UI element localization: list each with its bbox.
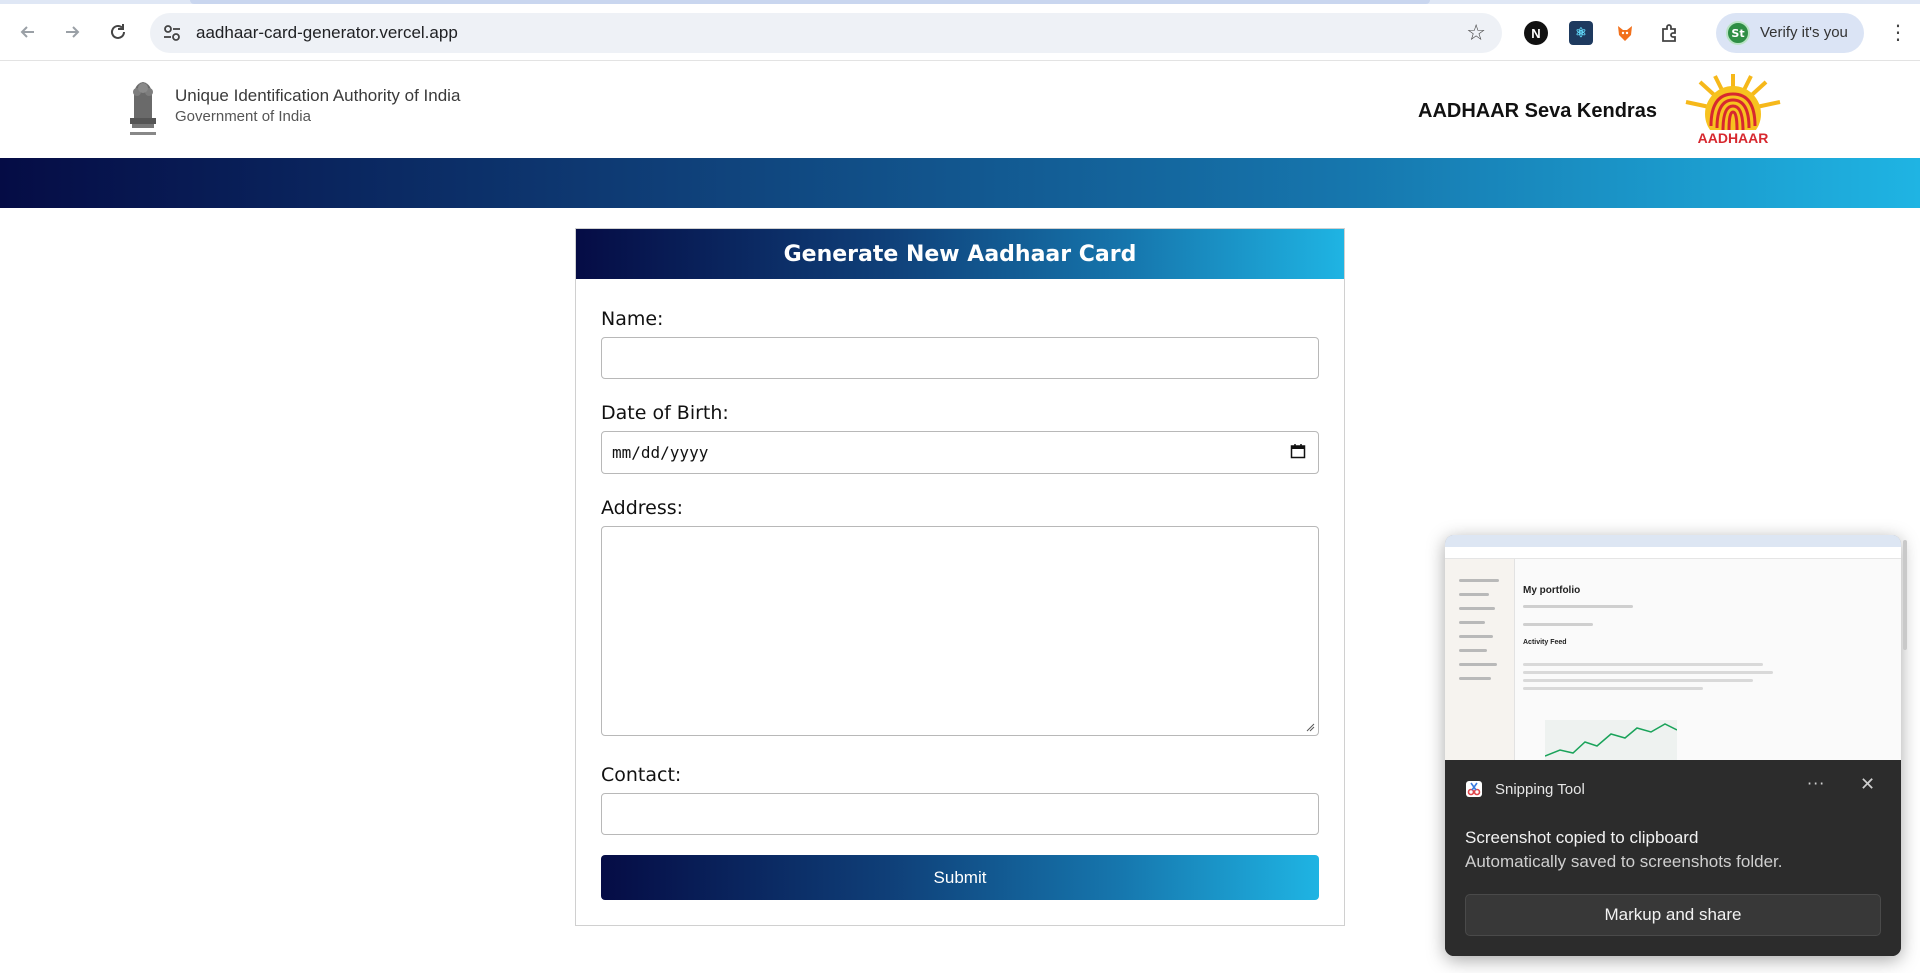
dob-label: Date of Birth: — [601, 402, 729, 424]
verify-label: Verify it's you — [1760, 24, 1848, 41]
fox-extension-icon[interactable] — [1613, 21, 1637, 45]
profile-avatar: St — [1726, 21, 1750, 45]
notion-icon[interactable]: N — [1524, 21, 1548, 45]
notification-body: Snipping Tool ··· ✕ Screenshot copied to… — [1445, 760, 1901, 956]
submit-button[interactable]: Submit — [601, 855, 1319, 900]
browser-menu-icon[interactable]: ⋮ — [1888, 22, 1908, 42]
preview-page-title: My portfolio — [1523, 585, 1581, 596]
org-subtitle: Government of India — [175, 108, 311, 125]
preview-chart — [1545, 720, 1677, 760]
react-devtools-icon[interactable]: ⚛ — [1569, 21, 1593, 45]
name-label: Name: — [601, 308, 664, 330]
calendar-icon[interactable] — [1290, 443, 1306, 459]
dob-placeholder: mm/dd/yyyy — [612, 443, 709, 462]
browser-toolbar: aadhaar-card-generator.vercel.app ☆ N ⚛ … — [0, 4, 1920, 61]
preview-section-title: Activity Feed — [1523, 639, 1567, 646]
dob-input[interactable]: mm/dd/yyyy — [601, 431, 1319, 474]
verify-profile-button[interactable]: St Verify it's you — [1716, 13, 1864, 53]
snipping-tool-notification[interactable]: My portfolio Activity Feed Snipping Tool… — [1445, 535, 1901, 956]
back-icon[interactable] — [14, 18, 42, 46]
address-bar[interactable]: aadhaar-card-generator.vercel.app ☆ — [150, 13, 1502, 53]
bookmark-star-icon[interactable]: ☆ — [1466, 21, 1486, 46]
generate-card-form: Generate New Aadhaar Card Name: Date of … — [575, 228, 1345, 926]
form-header: Generate New Aadhaar Card — [576, 229, 1344, 279]
preview-tab-strip — [1445, 535, 1901, 547]
name-input[interactable] — [601, 337, 1319, 379]
notification-detail: Automatically saved to screenshots folde… — [1465, 852, 1783, 871]
seva-kendras-title: AADHAAR Seva Kendras — [1418, 100, 1657, 122]
site-header: Unique Identification Authority of India… — [0, 62, 1920, 157]
screenshot-preview[interactable]: My portfolio Activity Feed — [1445, 535, 1901, 760]
close-icon[interactable]: ✕ — [1860, 774, 1875, 795]
aadhaar-logo: AADHAAR — [1685, 74, 1781, 146]
org-name: Unique Identification Authority of India — [175, 86, 461, 105]
national-emblem-icon — [130, 82, 156, 135]
more-options-icon[interactable]: ··· — [1807, 774, 1825, 793]
reload-icon[interactable] — [104, 18, 132, 46]
extensions-puzzle-icon[interactable] — [1658, 21, 1682, 45]
notification-app-name: Snipping Tool — [1495, 781, 1585, 798]
snipping-tool-icon — [1466, 781, 1482, 797]
preview-sidebar — [1445, 559, 1515, 760]
forward-icon[interactable] — [58, 18, 86, 46]
contact-label: Contact: — [601, 764, 682, 786]
notification-message: Screenshot copied to clipboard — [1465, 828, 1699, 847]
address-textarea[interactable] — [601, 526, 1319, 736]
preview-address-bar — [1445, 547, 1901, 559]
site-settings-icon[interactable] — [162, 23, 182, 43]
resize-grip-icon[interactable] — [1305, 722, 1315, 732]
header-gradient-banner — [0, 158, 1920, 208]
address-label: Address: — [601, 497, 684, 519]
contact-input[interactable] — [601, 793, 1319, 835]
form-title: Generate New Aadhaar Card — [783, 241, 1137, 267]
svg-text:AADHAAR: AADHAAR — [1698, 130, 1769, 146]
markup-and-share-button[interactable]: Markup and share — [1465, 894, 1881, 936]
page-scrollbar-thumb[interactable] — [1903, 540, 1907, 650]
url-text[interactable]: aadhaar-card-generator.vercel.app — [196, 23, 458, 43]
